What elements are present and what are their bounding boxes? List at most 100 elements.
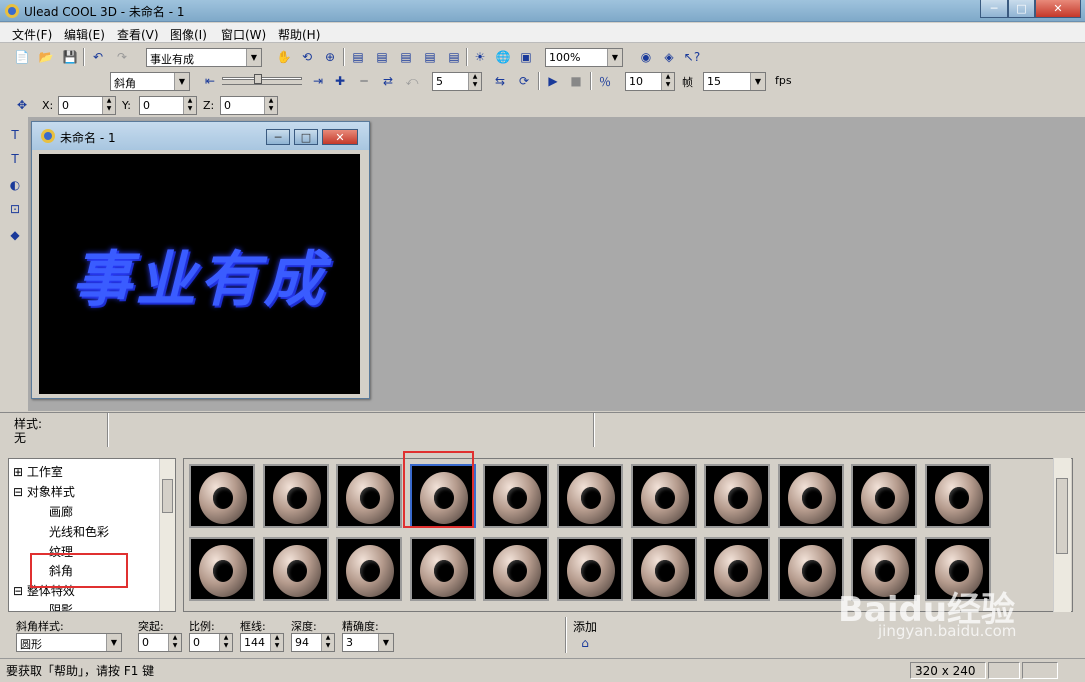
fps-combo[interactable]: 15 ▼: [703, 72, 766, 91]
bevel-thumbnail[interactable]: [336, 537, 403, 601]
view-top-icon[interactable]: ▤: [444, 47, 464, 67]
position-tool-icon[interactable]: ✥: [12, 95, 32, 115]
frame-line-spinner[interactable]: 144 ▲ ▼: [240, 633, 284, 652]
protrude-spinner[interactable]: 0 ▲ ▼: [138, 633, 182, 652]
view-back-icon[interactable]: ▤: [372, 47, 392, 67]
bevel-thumbnail[interactable]: [704, 464, 771, 528]
tree-item-gallery[interactable]: 画廊: [49, 503, 73, 520]
y-spinner[interactable]: 0 ▲ ▼: [139, 96, 197, 115]
x-spinner[interactable]: 0 ▲ ▼: [58, 96, 116, 115]
redo-icon[interactable]: ↷: [112, 47, 132, 67]
light-icon[interactable]: ☀: [470, 47, 490, 67]
group-icon[interactable]: ⊡: [5, 199, 25, 219]
globe-icon[interactable]: 🌐: [493, 47, 513, 67]
canvas-3d-text[interactable]: 事业有成: [72, 231, 328, 318]
render-icon[interactable]: ◉: [636, 47, 656, 67]
tree-item-studio[interactable]: ⊞ 工作室: [13, 463, 63, 480]
bevel-thumbnail[interactable]: [777, 464, 844, 528]
pingpong-icon[interactable]: ⟳: [514, 71, 534, 91]
style-info-panel: 样式: 无: [0, 412, 1085, 448]
doc-minimize-button[interactable]: ─: [266, 129, 290, 145]
tree-item-shadow[interactable]: 阴影: [49, 601, 73, 611]
chart-icon[interactable]: ▣: [516, 47, 536, 67]
reverse-icon[interactable]: ⇄: [378, 71, 398, 91]
close-button[interactable]: ✕: [1035, 0, 1081, 18]
bevel-thumbnail[interactable]: [630, 537, 697, 601]
menu-help[interactable]: 帮助(H): [278, 26, 320, 43]
play-icon[interactable]: ▶: [543, 71, 563, 91]
save-icon[interactable]: 💾: [60, 47, 80, 67]
open-folder-icon[interactable]: 📂: [36, 47, 56, 67]
loop-back-icon[interactable]: ⤺: [402, 71, 422, 91]
ratio-label: 比例:: [189, 620, 215, 633]
tree-item-light-color[interactable]: 光线和色彩: [49, 523, 109, 540]
z-spinner[interactable]: 0 ▲ ▼: [220, 96, 278, 115]
timeline-slider[interactable]: [222, 74, 302, 88]
minimize-button[interactable]: ─: [980, 0, 1008, 18]
hand-move-icon[interactable]: ✋: [274, 47, 294, 67]
frame-count-spinner[interactable]: 10 ▲ ▼: [625, 72, 675, 91]
bevel-thumbnail[interactable]: [704, 537, 771, 601]
edit-text-icon[interactable]: T: [5, 149, 25, 169]
bevel-thumbnail[interactable]: [777, 537, 844, 601]
add-to-gallery-icon[interactable]: ⌂: [575, 633, 595, 653]
bevel-thumbnail[interactable]: [557, 464, 623, 528]
zoom-combo[interactable]: 100% ▼: [545, 48, 623, 67]
rotate-icon[interactable]: ⟲: [297, 47, 317, 67]
stop-icon[interactable]: ■: [566, 71, 586, 91]
context-help-icon[interactable]: ↖?: [682, 47, 702, 67]
bevel-thumbnail[interactable]: [851, 464, 918, 528]
bevel-style-combo[interactable]: 圆形 ▼: [16, 633, 122, 652]
bevel-thumbnail[interactable]: [557, 537, 623, 601]
view-left-icon[interactable]: ▤: [396, 47, 416, 67]
menu-view[interactable]: 查看(V): [117, 26, 159, 43]
fps-label: fps: [775, 74, 792, 87]
menu-edit[interactable]: 编辑(E): [64, 26, 105, 43]
insert-shape-icon[interactable]: ◐: [5, 175, 25, 195]
view-right-icon[interactable]: ▤: [420, 47, 440, 67]
loop-icon[interactable]: ⇆: [490, 71, 510, 91]
bevel-thumbnail[interactable]: [409, 537, 476, 601]
menu-image[interactable]: 图像(I): [170, 26, 207, 43]
depth-spinner[interactable]: 94 ▲ ▼: [291, 633, 335, 652]
precision-combo[interactable]: 3 ▼: [342, 633, 394, 652]
ratio-spinner[interactable]: 0 ▲ ▼: [189, 633, 233, 652]
export-icon[interactable]: ◈: [659, 47, 679, 67]
text-object-combo[interactable]: 事业有成 ▼: [146, 48, 262, 67]
last-frame-icon[interactable]: ⇥: [308, 71, 328, 91]
doc-close-button[interactable]: ✕: [322, 129, 358, 145]
bevel-thumbnail[interactable]: [336, 464, 403, 528]
bevel-thumbnail[interactable]: [189, 464, 255, 528]
menu-window[interactable]: 窗口(W): [221, 26, 266, 43]
frame-spinner[interactable]: 5 ▲ ▼: [432, 72, 482, 91]
status-size: 320 x 240: [910, 662, 986, 679]
view-front-icon[interactable]: ▤: [348, 47, 368, 67]
first-frame-icon[interactable]: ⇤: [200, 71, 220, 91]
effect-combo[interactable]: 斜角 ▼: [110, 72, 190, 91]
menu-file[interactable]: 文件(F): [12, 26, 52, 43]
bevel-thumbnail[interactable]: [262, 537, 329, 601]
bevel-thumbnail[interactable]: [262, 464, 329, 528]
document-title-bar[interactable]: 未命名 - 1 ─ □ ✕: [32, 122, 369, 150]
new-file-icon[interactable]: 📄: [12, 47, 32, 67]
add-keyframe-icon[interactable]: ✚: [330, 71, 350, 91]
bevel-thumbnail[interactable]: [483, 464, 550, 528]
bevel-thumbnail[interactable]: [483, 537, 550, 601]
tree-scrollbar[interactable]: [159, 459, 175, 611]
tree-item-object-style[interactable]: ⊟ 对象样式: [13, 483, 75, 500]
canvas[interactable]: 事业有成: [39, 154, 360, 394]
insert-object-icon[interactable]: ◆: [5, 225, 25, 245]
insert-text-icon[interactable]: T: [5, 125, 25, 145]
zoom-object-icon[interactable]: ⊕: [320, 47, 340, 67]
gallery-scrollbar[interactable]: [1053, 458, 1071, 612]
doc-maximize-button[interactable]: □: [294, 129, 318, 145]
bevel-style-label: 斜角样式:: [16, 620, 64, 633]
remove-keyframe-icon[interactable]: ━: [354, 71, 374, 91]
bevel-thumbnail[interactable]: [925, 464, 991, 528]
maximize-button[interactable]: □: [1008, 0, 1035, 18]
bevel-thumbnail[interactable]: [189, 537, 255, 601]
undo-icon[interactable]: ↶: [88, 47, 108, 67]
bevel-thumbnail[interactable]: [630, 464, 697, 528]
smooth-icon[interactable]: ％: [595, 71, 615, 91]
document-window[interactable]: 未命名 - 1 ─ □ ✕ 事业有成: [31, 121, 370, 399]
